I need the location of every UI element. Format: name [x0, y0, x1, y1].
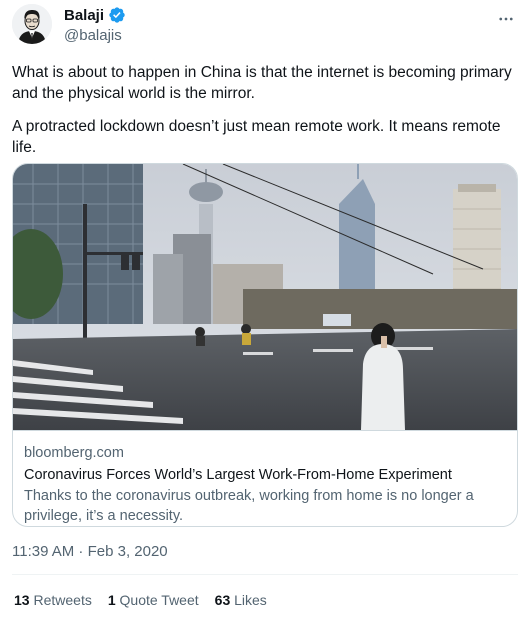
retweets-count: 13	[14, 592, 30, 608]
quote-tweets-stat[interactable]: 1 Quote Tweet	[108, 592, 199, 608]
card-title: Coronavirus Forces World’s Largest Work-…	[24, 467, 452, 483]
more-options-icon	[499, 17, 513, 21]
retweets-stat[interactable]: 13 Retweets	[14, 592, 92, 608]
tweet: Balaji @balajis What is about to happen …	[0, 0, 531, 618]
verified-badge-icon	[109, 7, 125, 23]
tweet-text-paragraph-2: A protracted lockdown doesn’t just mean …	[12, 118, 501, 156]
divider	[12, 574, 518, 575]
quote-tweets-count: 1	[107, 592, 116, 608]
card-image	[13, 164, 517, 430]
card-meta: bloomberg.com Coronavirus Forces World’s…	[13, 430, 517, 526]
tweet-timestamp[interactable]: 11:39 AM · Feb 3, 2020	[12, 543, 168, 560]
author-name-row: Balaji	[64, 6, 126, 24]
card-description: Thanks to the coronavirus outbreak, work…	[24, 488, 474, 524]
link-preview-card[interactable]: bloomberg.com Coronavirus Forces World’s…	[12, 163, 518, 527]
likes-count: 63	[214, 592, 231, 608]
card-domain: bloomberg.com	[24, 445, 124, 461]
likes-label: Likes	[234, 592, 267, 608]
avatar-image	[12, 4, 52, 44]
quote-tweets-label: Quote Tweet	[119, 592, 199, 608]
avatar[interactable]	[12, 4, 52, 44]
likes-stat[interactable]: 63 Likes	[215, 592, 267, 608]
engagement-stats: 13 Retweets 1 Quote Tweet 63 Likes	[14, 592, 267, 608]
author-name[interactable]: Balaji	[64, 7, 104, 24]
retweets-label: Retweets	[33, 592, 92, 608]
more-options-button[interactable]	[495, 8, 517, 30]
author-handle[interactable]: @balajis	[64, 27, 122, 44]
tweet-text-paragraph-1: What is about to happen in China is that…	[12, 64, 512, 102]
